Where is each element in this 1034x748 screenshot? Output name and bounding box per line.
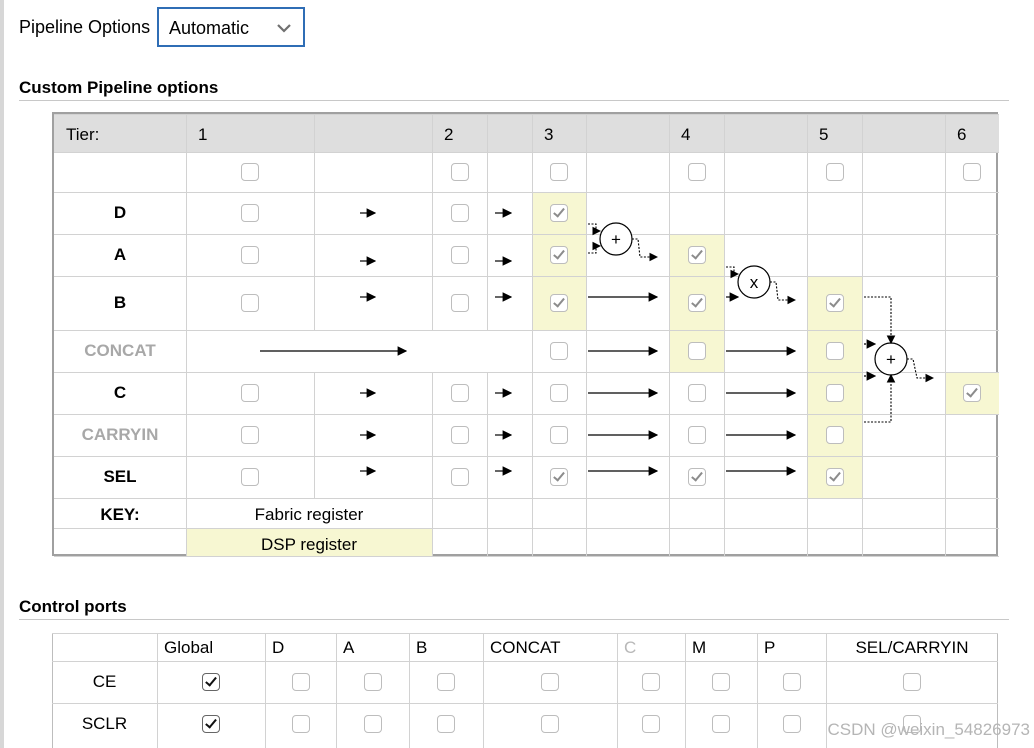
grid-line bbox=[409, 633, 410, 748]
flow-arrow bbox=[864, 296, 896, 345]
global-checkbox[interactable] bbox=[202, 715, 220, 733]
control-port-checkbox[interactable] bbox=[541, 715, 559, 733]
grid-line bbox=[685, 633, 686, 748]
grid-line bbox=[483, 633, 484, 748]
flow-arrow bbox=[770, 281, 797, 305]
global-checkbox[interactable] bbox=[202, 673, 220, 691]
grid-line bbox=[157, 633, 158, 748]
control-port-checkbox[interactable] bbox=[291, 673, 310, 691]
control-port-checkbox[interactable] bbox=[782, 673, 801, 691]
flow-arrow bbox=[588, 223, 602, 236]
control-port-checkbox[interactable] bbox=[642, 715, 660, 733]
control-column-header: B bbox=[416, 638, 428, 657]
control-column-header: P bbox=[764, 638, 776, 657]
flow-arrow bbox=[632, 238, 659, 262]
control-port-checkbox[interactable] bbox=[363, 673, 382, 691]
control-column-header: SEL/CARRYIN bbox=[855, 638, 969, 657]
control-column-header: D bbox=[272, 638, 285, 657]
control-column-header: Global bbox=[164, 638, 214, 657]
grid-line bbox=[52, 661, 998, 662]
control-port-checkbox[interactable] bbox=[712, 715, 730, 733]
grid-line bbox=[336, 633, 337, 748]
flow-arrow bbox=[907, 358, 935, 383]
section-divider bbox=[19, 619, 1009, 620]
control-port-checkbox[interactable] bbox=[712, 673, 730, 691]
control-port-checkbox[interactable] bbox=[541, 673, 559, 691]
control-port-checkbox[interactable] bbox=[363, 715, 382, 733]
watermark: CSDN @weixin_54826973 bbox=[827, 720, 1030, 739]
control-port-checkbox[interactable] bbox=[903, 673, 921, 691]
control-column-header: A bbox=[343, 638, 355, 657]
flow-arrow bbox=[864, 373, 896, 423]
control-port-checkbox[interactable] bbox=[437, 715, 455, 733]
grid-line bbox=[617, 633, 618, 748]
control-port-checkbox[interactable] bbox=[782, 715, 801, 733]
control-port-checkbox[interactable] bbox=[437, 673, 455, 691]
svg-text:+: + bbox=[886, 350, 896, 369]
svg-text:+: + bbox=[611, 230, 621, 249]
grid-line bbox=[265, 633, 266, 748]
grid-line bbox=[757, 633, 758, 748]
grid-line bbox=[52, 703, 998, 704]
control-row-label: SCLR bbox=[81, 714, 128, 733]
control-port-checkbox[interactable] bbox=[291, 715, 310, 733]
control-column-header: CONCAT bbox=[490, 638, 561, 657]
pre-adder-icon: + bbox=[599, 222, 633, 256]
flow-arrow bbox=[588, 241, 602, 254]
control-row-label: CE bbox=[92, 672, 117, 691]
grid-line bbox=[52, 633, 998, 634]
control-column-header: C bbox=[624, 638, 637, 657]
control-port-checkbox[interactable] bbox=[642, 673, 660, 691]
control-ports-title: Control ports bbox=[19, 597, 127, 616]
svg-text:x: x bbox=[750, 273, 759, 292]
control-column-header: M bbox=[692, 638, 707, 657]
post-adder-icon: + bbox=[874, 342, 908, 376]
flow-arrow bbox=[726, 266, 740, 279]
multiplier-icon: x bbox=[737, 265, 771, 299]
